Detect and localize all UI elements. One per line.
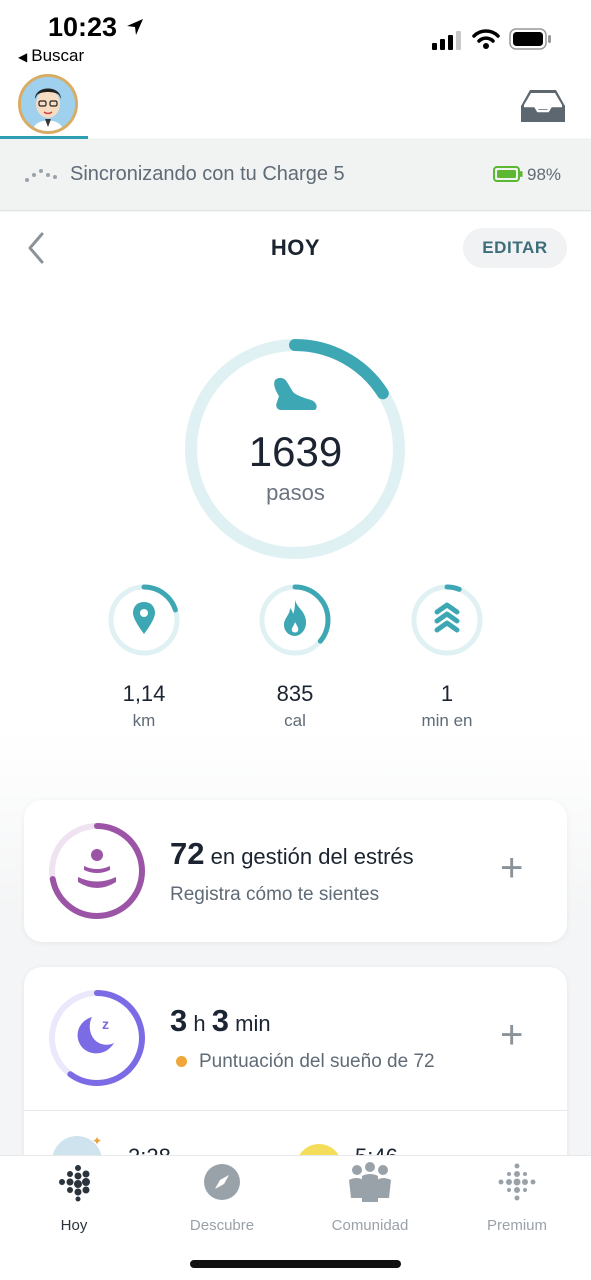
stress-subtitle: Registra cómo te sientes — [170, 884, 380, 905]
svg-text:z: z — [102, 1016, 109, 1032]
sync-status-text: Sincronizando con tu Charge 5 — [70, 163, 345, 185]
home-indicator[interactable] — [190, 1260, 401, 1268]
shoe-icon — [274, 377, 317, 410]
steps-unit: pasos — [266, 480, 325, 505]
distance-value: 1,14 — [122, 681, 166, 706]
calories-value: 835 — [276, 681, 314, 706]
avatar-image — [21, 77, 75, 131]
fitbit-dots-icon — [59, 1165, 90, 1202]
sleep-score-line: Puntuación del sueño de 72 — [176, 1051, 435, 1073]
stress-add-button[interactable]: + — [500, 846, 523, 891]
stress-title: 72 en gestión del estrés — [170, 836, 414, 872]
moon-icon: z — [77, 1016, 114, 1054]
meditation-icon — [78, 849, 116, 888]
community-icon — [349, 1162, 391, 1202]
nav-descubre-label: Descubre — [189, 1217, 255, 1234]
status-time: 10:23 — [48, 12, 145, 43]
sleep-hours-unit: h — [193, 1011, 206, 1036]
nav-hoy-label: Hoy — [60, 1217, 88, 1234]
distance-ring[interactable] — [108, 584, 180, 656]
wifi-icon — [472, 29, 500, 49]
nav-premium-label: Premium — [486, 1217, 547, 1234]
syncing-dots-icon — [25, 169, 57, 182]
back-to-app-link[interactable]: ◀ Buscar — [18, 46, 84, 66]
calories-unit: cal — [284, 711, 306, 730]
profile-avatar[interactable] — [18, 74, 78, 134]
active-minutes-ring[interactable] — [411, 584, 483, 656]
distance-unit: km — [132, 711, 156, 730]
sleep-hours: 3 — [170, 1003, 188, 1038]
distance-stat: 1,14 km — [84, 681, 204, 731]
bedtime-star-icon: ✦ — [92, 1134, 103, 1148]
stress-label: en gestión del estrés — [210, 844, 414, 869]
inbox-icon[interactable] — [520, 88, 566, 124]
active-minutes-icon — [434, 602, 460, 633]
calories-ring[interactable] — [259, 584, 331, 656]
sleep-duration: 3 h 3 min — [170, 1003, 271, 1039]
cellular-signal-icon — [432, 31, 461, 50]
nav-hoy[interactable]: Hoy — [0, 1162, 148, 1234]
stress-score: 72 — [170, 836, 205, 871]
active-minutes-value: 1 — [440, 681, 454, 706]
premium-dots-icon — [498, 1163, 536, 1201]
sleep-minutes-unit: min — [235, 1011, 271, 1036]
sleep-score-dot — [176, 1056, 187, 1068]
phone-battery-icon — [509, 28, 551, 50]
sleep-ring: z — [49, 990, 145, 1086]
calories-stat: 835 cal — [235, 681, 355, 731]
app-header — [0, 76, 591, 138]
compass-icon — [204, 1164, 240, 1200]
edit-button[interactable]: EDITAR — [463, 228, 567, 268]
tracker-battery-percent: 98% — [527, 165, 562, 184]
nav-premium[interactable]: Premium — [443, 1162, 591, 1234]
active-minutes-unit: min en — [421, 711, 473, 730]
tracker-battery-icon — [493, 166, 523, 182]
nav-comunidad[interactable]: Comunidad — [296, 1162, 444, 1234]
stress-ring — [49, 823, 145, 919]
steps-count: 1639 — [248, 428, 343, 475]
nav-comunidad-label: Comunidad — [331, 1217, 409, 1234]
back-app-label: Buscar — [31, 46, 85, 65]
sleep-score-text: Puntuación del sueño de 72 — [199, 1051, 435, 1072]
sleep-add-button[interactable]: + — [500, 1013, 523, 1058]
active-minutes-stat: 1 min en — [387, 681, 507, 731]
back-triangle-icon: ◀ — [18, 50, 28, 64]
sleep-card-divider — [24, 1110, 567, 1111]
location-pin-icon — [133, 602, 155, 634]
nav-descubre[interactable]: Descubre — [148, 1162, 296, 1234]
location-arrow-icon — [126, 19, 143, 35]
sleep-minutes: 3 — [211, 1003, 229, 1038]
